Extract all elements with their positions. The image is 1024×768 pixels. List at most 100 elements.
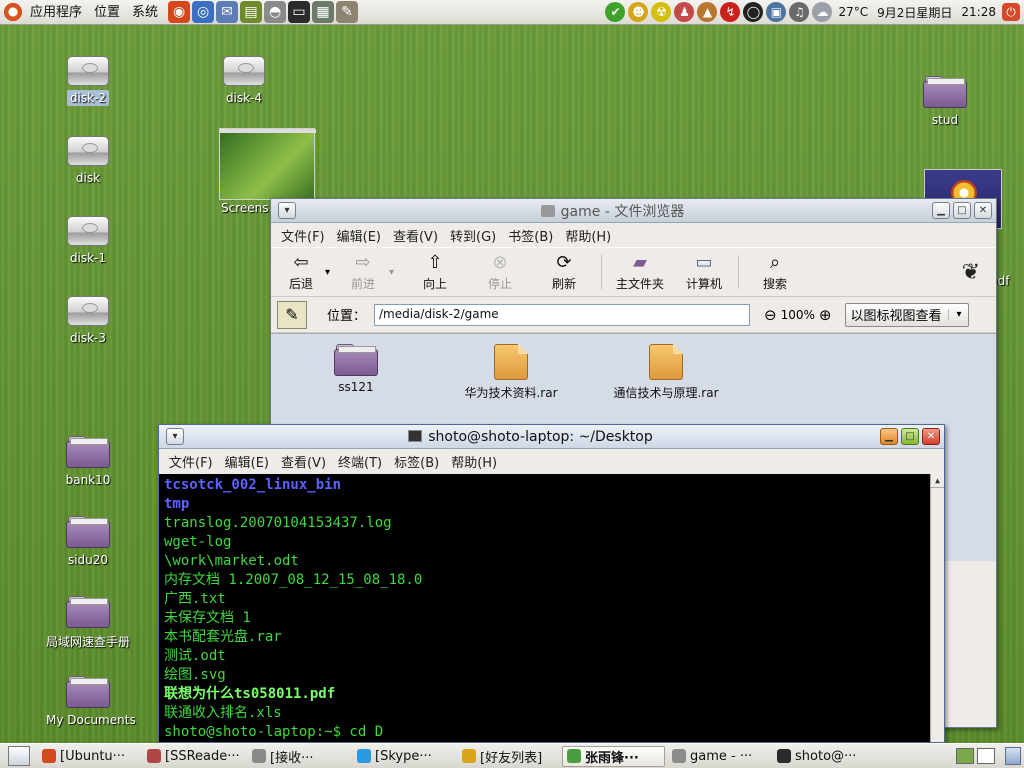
task-label: [接收··· (270, 750, 314, 766)
weather-icon[interactable]: ☁ (812, 2, 833, 22)
terminal-scrollbar[interactable]: ▲ (930, 474, 944, 742)
desktop-icon-my-documents[interactable]: My Documents (43, 676, 136, 728)
minimize-button[interactable]: ▁ (932, 202, 950, 219)
task-button[interactable]: [接收··· (247, 746, 350, 767)
trash-icon[interactable] (1005, 747, 1021, 765)
menu-bookmarks[interactable]: 书签(B) (502, 226, 559, 245)
menu-help[interactable]: 帮助(H) (445, 452, 503, 471)
menu-go[interactable]: 转到(G) (444, 226, 502, 245)
books-icon[interactable]: ▤ (240, 1, 263, 23)
search-button[interactable]: ⌕ 搜索 (743, 252, 807, 292)
computer-button[interactable]: ▭ 计算机 (674, 252, 734, 292)
zoom-in-icon[interactable]: ⊕ (819, 306, 832, 324)
desktop-icon-sidu20[interactable]: sidu20 (43, 516, 133, 568)
desktop-icon-disk[interactable]: disk (43, 136, 133, 186)
window-menu-button[interactable]: ▾ (166, 428, 184, 445)
date[interactable]: 9月2日星期日 (874, 4, 955, 21)
desktop-icon-disk-2[interactable]: disk-2 (43, 56, 133, 106)
home-button[interactable]: ▰ 主文件夹 (606, 252, 674, 292)
disk-icon[interactable]: ◓ (264, 1, 287, 23)
eyes-icon[interactable]: ◯ (743, 2, 764, 22)
task-button[interactable]: [Skype··· (352, 746, 455, 767)
terminal-titlebar[interactable]: ▾ shoto@shoto-laptop: ~/Desktop ▁ □ ✕ (159, 425, 944, 449)
text-editor-icon[interactable]: ✎ (336, 1, 359, 23)
volume-icon[interactable]: ♫ (789, 2, 810, 22)
desktop-icon-label: 局域网速查手册 (45, 635, 130, 649)
menu-view[interactable]: 查看(V) (275, 452, 332, 471)
task-button[interactable]: [SSReade··· (142, 746, 245, 767)
user-icon[interactable]: ☻ (628, 2, 649, 22)
up-label: 向上 (422, 276, 447, 291)
task-button[interactable]: 张雨锋··· (562, 745, 665, 767)
menu-applications[interactable]: 应用程序 (24, 0, 88, 25)
close-button[interactable]: ✕ (922, 428, 940, 445)
maximize-button[interactable]: □ (901, 428, 919, 445)
workspace-1[interactable] (956, 748, 974, 764)
web-browser-icon[interactable]: ◎ (192, 1, 215, 23)
update-check-icon[interactable]: ✔ (605, 2, 626, 22)
menu-places[interactable]: 位置 (88, 0, 126, 25)
forward-button[interactable]: ⇨ 前进 (337, 252, 389, 292)
calculator-icon[interactable]: ▦ (312, 1, 335, 23)
menu-edit[interactable]: 编辑(E) (219, 452, 275, 471)
terminal-output[interactable]: ▲ tcsotck_002_linux_bin tmp translog.20070… (159, 474, 944, 742)
desktop-icon-disk-4[interactable]: disk-4 (199, 56, 289, 106)
drive-icon (223, 56, 265, 86)
menu-terminal[interactable]: 终端(T) (332, 452, 388, 471)
desktop-icon-disk-3[interactable]: disk-3 (43, 296, 133, 346)
firefox-icon[interactable]: ◉ (168, 1, 191, 23)
task-button[interactable]: game - ··· (667, 746, 770, 767)
menu-file[interactable]: 文件(F) (275, 226, 331, 245)
show-desktop-icon[interactable] (8, 746, 30, 766)
minimize-button[interactable]: ▁ (880, 428, 898, 445)
up-button[interactable]: ⇧ 向上 (401, 252, 469, 292)
back-button[interactable]: ⇦ 后退 (277, 252, 325, 292)
close-button[interactable]: ✕ (974, 202, 992, 219)
archive-icon (649, 344, 683, 380)
task-button[interactable]: [Ubuntu··· (37, 746, 140, 767)
terminal-icon[interactable]: ▭ (288, 1, 311, 23)
zoom-out-icon[interactable]: ⊖ (764, 306, 777, 324)
clock[interactable]: 21:28 (958, 5, 999, 19)
task-label: [好友列表] (480, 750, 543, 766)
stop-button[interactable]: ⊗ 停止 (469, 252, 531, 292)
window-menu-button[interactable]: ▾ (278, 202, 296, 219)
forward-history-dropdown[interactable]: ▾ (389, 267, 401, 278)
radiation-icon[interactable]: ☢ (651, 2, 672, 22)
file-item-ss121[interactable]: ss121 (286, 344, 426, 394)
file-item-huawei-rar[interactable]: 华为技术资料.rar (441, 344, 581, 401)
desktop-icon-disk-1[interactable]: disk-1 (43, 216, 133, 266)
desktop-icon-lan-manual[interactable]: 局域网速查手册 (38, 596, 138, 651)
location-toggle-icon[interactable]: ✎ (277, 300, 307, 329)
tux-icon[interactable]: ▲ (697, 2, 718, 22)
menu-system[interactable]: 系统 (126, 0, 164, 25)
temperature[interactable]: 27°C (835, 5, 871, 19)
workspace-2[interactable] (977, 748, 995, 764)
chat-icon[interactable]: ♟ (674, 2, 695, 22)
location-input[interactable]: /media/disk-2/game (374, 303, 751, 326)
task-button[interactable]: shoto@··· (772, 746, 875, 767)
menu-file[interactable]: 文件(F) (163, 452, 219, 471)
file-item-tongxin-rar[interactable]: 通信技术与原理.rar (596, 344, 736, 401)
menu-view[interactable]: 查看(V) (387, 226, 444, 245)
maximize-button[interactable]: □ (953, 202, 971, 219)
menu-tabs[interactable]: 标签(B) (388, 452, 445, 471)
file-browser-titlebar[interactable]: ▾ game - 文件浏览器 ▁ □ ✕ (271, 199, 996, 223)
network-icon[interactable]: ▣ (766, 2, 787, 22)
menu-edit[interactable]: 编辑(E) (331, 226, 387, 245)
folder-icon (66, 516, 110, 548)
desktop-icon-stud[interactable]: stud (900, 76, 990, 128)
view-mode-select[interactable]: 以图标视图查看 ▾ (845, 302, 970, 327)
reload-button[interactable]: ⟳ 刷新 (531, 252, 597, 292)
home-label: 主文件夹 (615, 276, 664, 291)
power-icon[interactable]: ⏻ (1002, 3, 1020, 21)
desktop-icon-bank10[interactable]: bank10 (43, 436, 133, 488)
menu-help[interactable]: 帮助(H) (559, 226, 617, 245)
scroll-up-icon[interactable]: ▲ (931, 474, 944, 488)
zoom-level[interactable]: 100% (781, 308, 815, 322)
ubuntu-logo-icon[interactable] (4, 3, 22, 21)
task-button[interactable]: [好友列表] (457, 746, 560, 767)
email-icon[interactable]: ✉ (216, 1, 239, 23)
back-history-dropdown[interactable]: ▾ (325, 267, 337, 278)
flash-icon[interactable]: ↯ (720, 2, 741, 22)
